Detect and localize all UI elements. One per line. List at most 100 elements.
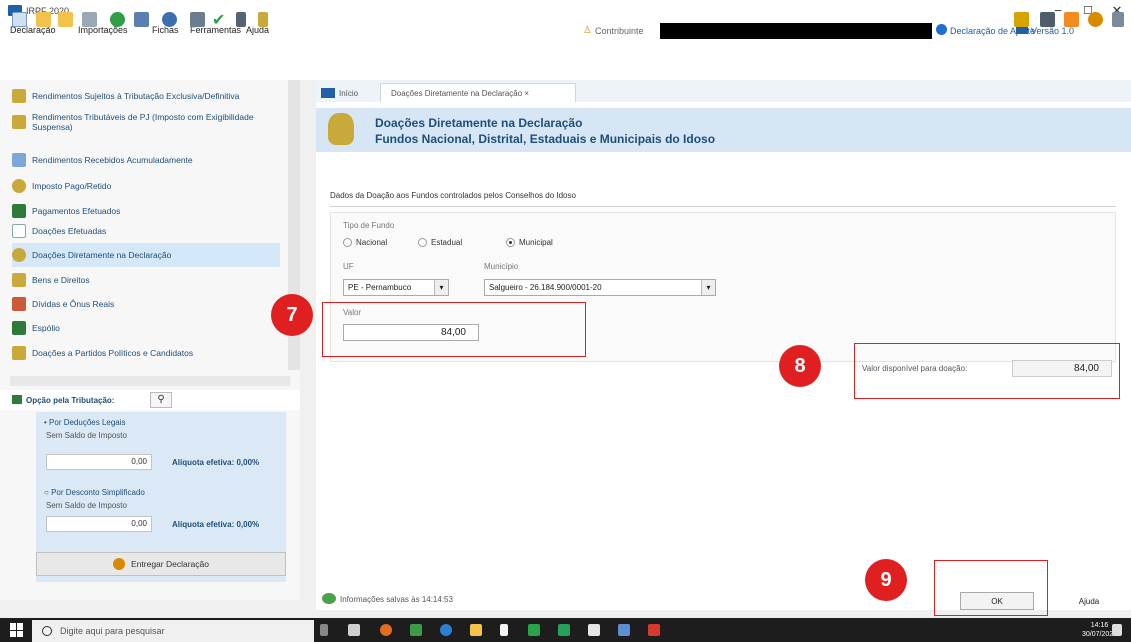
municipio-select[interactable]: Salgueiro - 26.184.900/0001-20 ▾: [484, 279, 716, 296]
help-button[interactable]: Ajuda: [1058, 592, 1120, 610]
house-icon: [12, 273, 26, 287]
section-title: Dados da Doação aos Fundos controlados p…: [330, 191, 576, 200]
sidebar-item-exclusiva[interactable]: Rendimentos Sujeitos à Tributação Exclus…: [12, 84, 280, 108]
info-saved-icon: [322, 593, 336, 604]
explorer-icon[interactable]: [470, 624, 482, 636]
edge-icon[interactable]: [440, 624, 452, 636]
tab-doacoes[interactable]: Doações Diretamente na Declaração ×: [380, 83, 576, 102]
radio-estadual-label: Estadual: [431, 238, 463, 247]
task-view-icon[interactable]: [348, 624, 360, 636]
pdf-icon[interactable]: [648, 624, 660, 636]
notepad-icon[interactable]: [500, 624, 508, 636]
search-icon: [42, 626, 52, 636]
sidebar-item-partidos[interactable]: Doações a Partidos Políticos e Candidato…: [12, 341, 280, 365]
mail-icon[interactable]: [588, 624, 600, 636]
settings-icon[interactable]: [1088, 12, 1103, 27]
step-badge-7: 7: [271, 294, 313, 336]
firefox-icon[interactable]: [380, 624, 392, 636]
simple-balance: Sem Saldo de Imposto: [46, 501, 127, 510]
deliver-declaration-button[interactable]: Entregar Declaração: [36, 552, 286, 576]
transmit-icon[interactable]: [110, 12, 125, 27]
message-icon[interactable]: [1040, 12, 1055, 27]
sidebar-item-bens[interactable]: Bens e Direitos: [12, 268, 280, 292]
sidebar-item-doacoes-efetuadas[interactable]: Doações Efetuadas: [12, 219, 280, 243]
step-badge-9: 9: [865, 559, 907, 601]
chevron-down-icon: ▾: [434, 280, 448, 295]
menu-fichas[interactable]: Fichas: [152, 25, 179, 35]
exit-icon[interactable]: [1112, 12, 1124, 27]
step-badge-8: 8: [779, 345, 821, 387]
simple-discount-option[interactable]: ○ Por Desconto Simplificado: [44, 488, 145, 497]
delete-icon[interactable]: [82, 12, 97, 27]
redacted-name: [660, 23, 932, 39]
irpf-task-icon[interactable]: [618, 624, 630, 636]
uf-label: UF: [343, 262, 354, 271]
open-folder-icon[interactable]: [36, 12, 51, 27]
donation-header-icon: [328, 113, 354, 145]
radio-municipal[interactable]: [506, 238, 515, 247]
payment-icon: [12, 204, 26, 218]
radio-municipal-label: Municipal: [519, 238, 553, 247]
taskbar-search[interactable]: Digite aqui para pesquisar: [32, 620, 314, 642]
new-file-icon[interactable]: [12, 12, 27, 27]
calculator-icon[interactable]: [236, 12, 246, 27]
document-icon: [12, 115, 26, 129]
receita-icon[interactable]: [162, 12, 177, 27]
book-icon[interactable]: [258, 12, 268, 27]
tax-option-title: Opção pela Tributação:: [26, 396, 115, 405]
check-icon[interactable]: ✔: [212, 10, 225, 30]
scale-icon: [12, 395, 22, 404]
chevron-down-icon: ▾: [701, 280, 715, 295]
ok-button[interactable]: OK: [960, 592, 1034, 610]
radio-estadual[interactable]: [418, 238, 427, 247]
deliver-icon: [113, 558, 126, 570]
irpf-icon[interactable]: [1014, 12, 1029, 27]
legal-rate: Alíquota efetiva: 0,00%: [172, 458, 260, 467]
debt-icon: [12, 297, 26, 311]
document-icon: [12, 153, 26, 167]
donation-icon: [12, 224, 26, 238]
simple-value: 0,00: [46, 516, 152, 532]
section-divider: [330, 206, 1116, 207]
excel-icon[interactable]: [528, 624, 540, 636]
money-icon: [12, 179, 26, 193]
person-icon: ♙: [583, 25, 592, 36]
windows-start-icon[interactable]: [10, 623, 24, 637]
sidebar-item-dividas[interactable]: Dívidas e Ônus Reais: [12, 292, 280, 316]
valor-label: Valor: [343, 308, 362, 317]
app-green-icon[interactable]: [410, 624, 422, 636]
page-title: Doações Diretamente na Declaração: [375, 116, 583, 130]
contribuinte-label: Contribuinte: [595, 26, 644, 36]
municipio-label: Município: [484, 262, 519, 271]
print-icon[interactable]: [134, 12, 149, 27]
legal-deductions-option[interactable]: • Por Deduções Legais: [44, 418, 126, 427]
toolbar: [0, 40, 1131, 80]
folder-icon[interactable]: [58, 12, 73, 27]
home-icon[interactable]: [1064, 12, 1079, 27]
valor-input[interactable]: 84,00: [343, 324, 479, 341]
simple-rate: Alíquota efetiva: 0,00%: [172, 520, 260, 529]
legal-balance: Sem Saldo de Imposto: [46, 431, 127, 440]
sidebar-horizontal-scrollbar[interactable]: [10, 376, 290, 386]
tab-home[interactable]: Início: [321, 85, 358, 101]
available-value: 84,00: [1012, 360, 1112, 377]
radio-nacional-label: Nacional: [356, 238, 388, 247]
microphone-icon[interactable]: [320, 624, 328, 636]
home-tab-icon: [321, 88, 335, 98]
search-icon[interactable]: ⚲: [150, 392, 172, 408]
saved-status: Informações salvas às 14:14:53: [340, 595, 453, 604]
radio-nacional[interactable]: [343, 238, 352, 247]
sheets-icon[interactable]: [558, 624, 570, 636]
available-label: Valor disponível para doação:: [862, 364, 968, 373]
version-link[interactable]: Versão 1.0: [1031, 26, 1074, 36]
sidebar-item-doacoes-declaracao[interactable]: Doações Diretamente na Declaração: [12, 243, 280, 267]
sidebar-item-exigibilidade[interactable]: Rendimentos Tributáveis de PJ (Imposto c…: [12, 110, 280, 134]
globe-icon: [936, 24, 947, 35]
sidebar-item-acumuladamente[interactable]: Rendimentos Recebidos Acumuladamente: [12, 148, 280, 172]
notification-icon[interactable]: [1112, 624, 1122, 636]
estate-icon: [12, 321, 26, 335]
uf-select[interactable]: PE - Pernambuco ▾: [343, 279, 449, 296]
sidebar-item-espolio[interactable]: Espólio: [12, 316, 280, 340]
sidebar-item-imposto-pago[interactable]: Imposto Pago/Retido: [12, 174, 280, 198]
save-icon[interactable]: [190, 12, 205, 27]
